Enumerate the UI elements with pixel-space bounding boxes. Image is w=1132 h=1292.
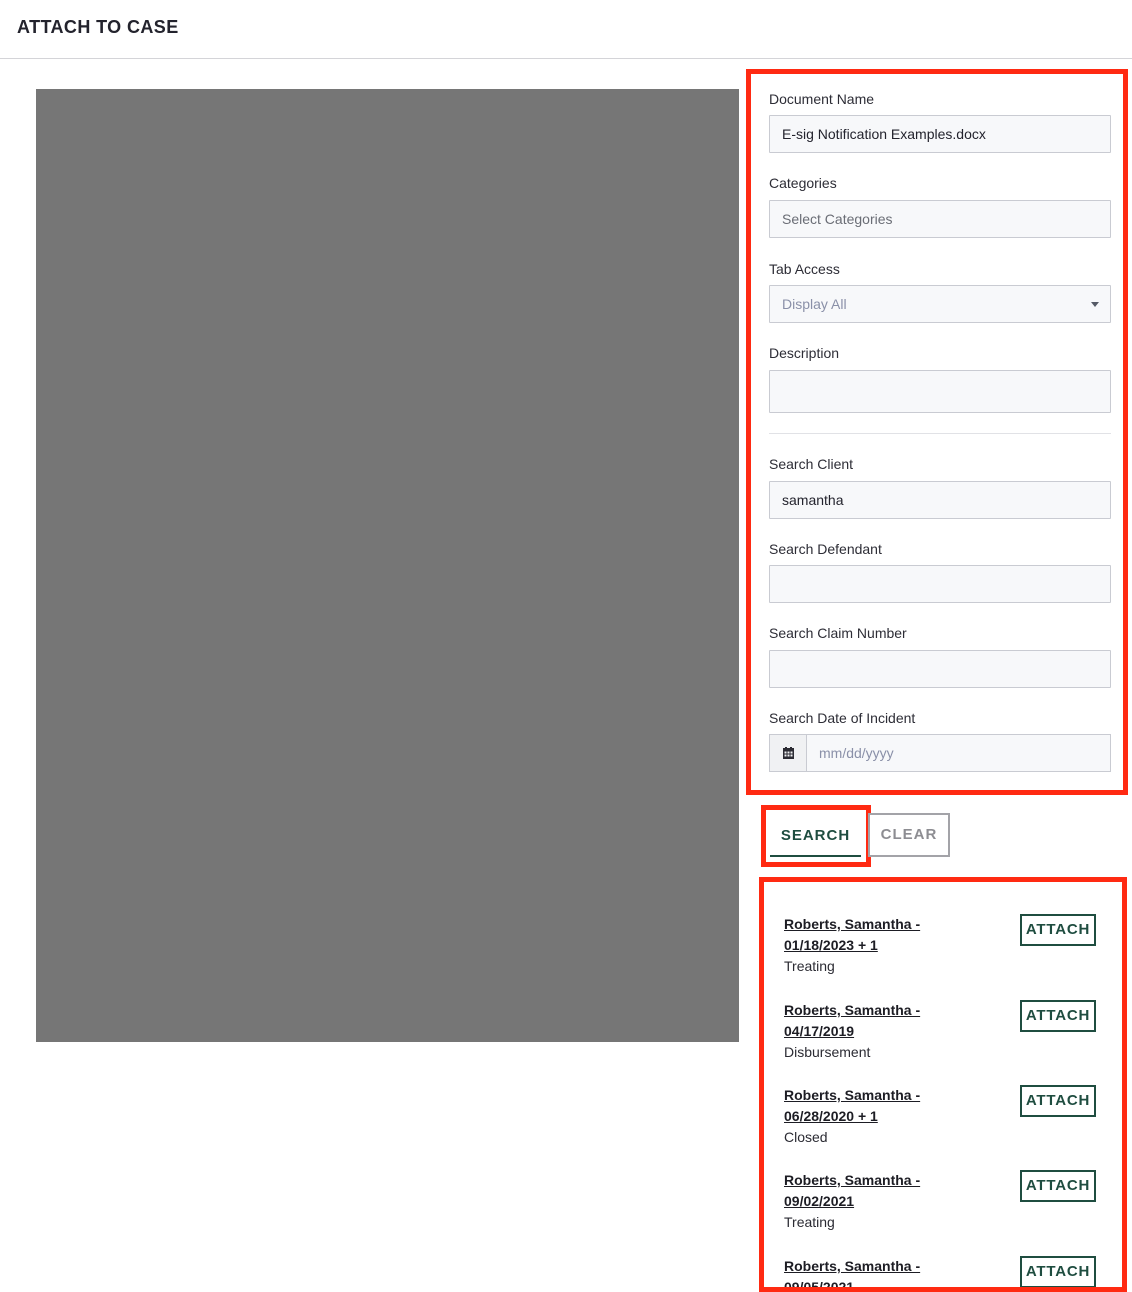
description-input[interactable] <box>769 370 1111 413</box>
case-link[interactable]: Roberts, Samantha -04/17/2019 <box>784 1000 934 1042</box>
search-defendant-label: Search Defendant <box>769 541 882 557</box>
case-link[interactable]: Roberts, Samantha -09/05/2021 <box>784 1256 934 1287</box>
list-item: Roberts, Samantha -01/18/2023 + 1 Treati… <box>784 914 1114 994</box>
attach-button[interactable]: ATTACH <box>1020 1170 1096 1202</box>
list-item: Roberts, Samantha -04/17/2019 Disburseme… <box>784 1000 1114 1080</box>
form-divider <box>769 433 1111 434</box>
document-name-input[interactable]: E-sig Notification Examples.docx <box>769 115 1111 153</box>
results-list: Roberts, Samantha -01/18/2023 + 1 Treati… <box>759 877 1127 1292</box>
search-claim-number-input[interactable] <box>769 650 1111 688</box>
attach-button[interactable]: ATTACH <box>1020 914 1096 946</box>
attach-button[interactable]: ATTACH <box>1020 1000 1096 1032</box>
categories-label: Categories <box>769 175 837 191</box>
case-status: Closed <box>784 1129 828 1145</box>
case-status: Disbursement <box>784 1044 871 1060</box>
case-link[interactable]: Roberts, Samantha -01/18/2023 + 1 <box>784 914 934 956</box>
description-label: Description <box>769 345 840 361</box>
page-header: ATTACH TO CASE <box>0 0 1132 59</box>
search-client-label: Search Client <box>769 456 854 472</box>
tab-access-value: Display All <box>782 296 847 312</box>
date-of-incident-field[interactable]: mm/dd/yyyy <box>769 734 1111 772</box>
case-link[interactable]: Roberts, Samantha -06/28/2020 + 1 <box>784 1085 934 1127</box>
search-defendant-input[interactable] <box>769 565 1111 603</box>
search-claim-number-label: Search Claim Number <box>769 625 907 641</box>
case-status: Treating <box>784 1214 835 1230</box>
list-item: Roberts, Samantha -09/02/2021 Treating A… <box>784 1170 1114 1250</box>
search-client-input[interactable]: samantha <box>769 481 1111 519</box>
page-title: ATTACH TO CASE <box>17 17 179 37</box>
date-of-incident-input[interactable]: mm/dd/yyyy <box>819 735 894 771</box>
document-preview <box>36 89 739 1042</box>
clear-button[interactable]: CLEAR <box>868 813 950 857</box>
tab-access-label: Tab Access <box>769 261 840 277</box>
attach-button[interactable]: ATTACH <box>1020 1256 1096 1287</box>
categories-select[interactable]: Select Categories <box>769 200 1111 238</box>
case-link[interactable]: Roberts, Samantha -09/02/2021 <box>784 1170 934 1212</box>
calendar-button[interactable] <box>770 735 807 771</box>
list-item: Roberts, Samantha -09/05/2021 ATTACH <box>784 1256 1114 1287</box>
tab-access-select[interactable]: Display All <box>769 285 1111 323</box>
attach-button[interactable]: ATTACH <box>1020 1085 1096 1117</box>
list-item: Roberts, Samantha -06/28/2020 + 1 Closed… <box>784 1085 1114 1165</box>
search-button[interactable]: SEARCH <box>770 814 861 857</box>
chevron-down-icon <box>1091 302 1099 307</box>
search-date-of-incident-label: Search Date of Incident <box>769 710 916 726</box>
calendar-icon <box>783 747 794 759</box>
case-status: Treating <box>784 958 835 974</box>
document-name-label: Document Name <box>769 91 875 107</box>
